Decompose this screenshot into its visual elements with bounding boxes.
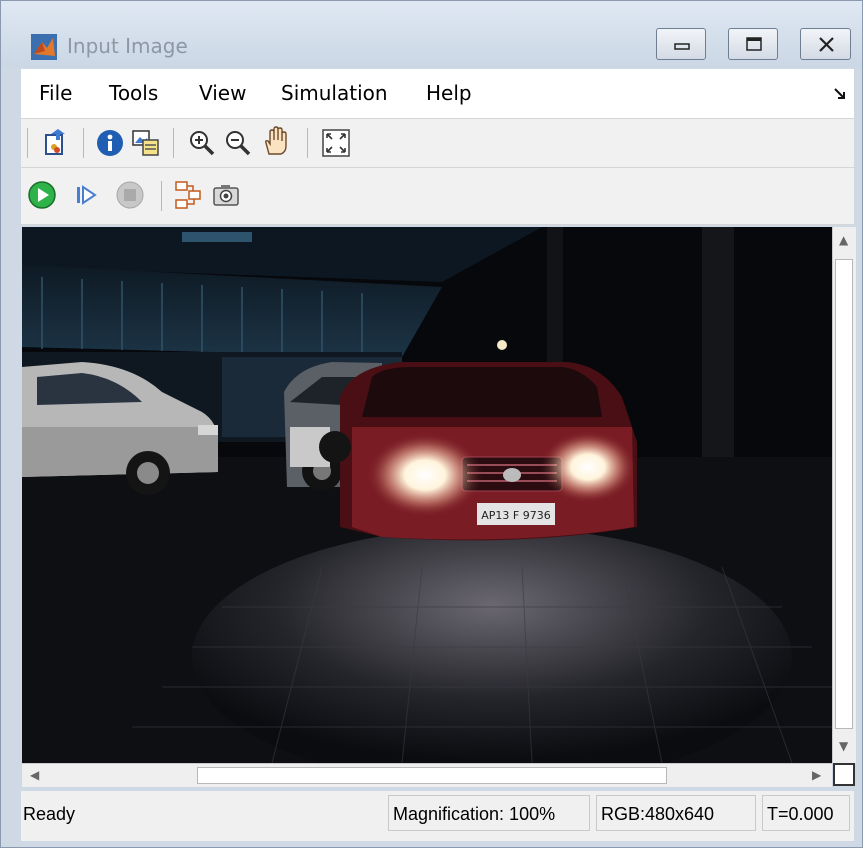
fit-to-window-icon[interactable] [321, 128, 351, 158]
scroll-left-arrow-icon[interactable]: ◀ [30, 768, 39, 782]
close-button[interactable] [800, 28, 851, 60]
menu-tools[interactable]: Tools [109, 81, 158, 105]
run-icon[interactable] [27, 180, 57, 210]
main-window: Input Image File Tools View Simulation H… [0, 0, 863, 848]
matlab-app-icon [31, 34, 57, 60]
status-bar: Ready Magnification: 100% RGB:480x640 T=… [21, 791, 854, 841]
minimize-button[interactable] [656, 28, 706, 60]
magnification-readout: Magnification: 100% [388, 795, 590, 831]
garage-night-image: AP13 F 9736 [22, 227, 832, 763]
toolbar-main [21, 119, 854, 168]
info-icon[interactable] [95, 128, 125, 158]
image-viewport[interactable]: AP13 F 9736 [22, 227, 832, 763]
title-bar: Input Image [1, 1, 862, 67]
zoom-out-icon[interactable] [223, 128, 253, 158]
horizontal-scroll-thumb[interactable] [197, 767, 667, 784]
menu-help[interactable]: Help [426, 81, 472, 105]
menu-bar: File Tools View Simulation Help [21, 69, 854, 119]
open-icon[interactable] [41, 128, 71, 158]
scroll-down-arrow-icon[interactable]: ▼ [839, 739, 848, 753]
stop-icon[interactable] [115, 180, 145, 210]
scrollbar-corner [833, 763, 855, 786]
status-text: Ready [23, 804, 76, 824]
pan-hand-icon[interactable] [261, 126, 291, 156]
sim-time-readout: T=0.000 [762, 795, 850, 831]
vertical-scrollbar[interactable]: ▲ ▼ [832, 227, 856, 763]
toolbar-simulation [21, 168, 854, 225]
window-title: Input Image [67, 34, 188, 58]
copy-image-icon[interactable] [131, 128, 161, 158]
menu-view[interactable]: View [199, 81, 246, 105]
highlight-block-icon[interactable] [173, 180, 203, 210]
menu-undock-arrow-icon[interactable] [833, 87, 847, 101]
scroll-up-arrow-icon[interactable]: ▲ [839, 233, 848, 247]
menu-file[interactable]: File [39, 81, 72, 105]
maximize-button[interactable] [728, 28, 778, 60]
license-plate-text: AP13 F 9736 [481, 509, 550, 522]
zoom-in-icon[interactable] [187, 128, 217, 158]
snapshot-icon[interactable] [211, 180, 241, 210]
scroll-right-arrow-icon[interactable]: ▶ [812, 768, 821, 782]
image-format-readout: RGB:480x640 [596, 795, 756, 831]
step-forward-icon[interactable] [71, 180, 101, 210]
vertical-scroll-thumb[interactable] [835, 259, 853, 729]
horizontal-scrollbar[interactable]: ◀ ▶ [22, 763, 832, 787]
menu-simulation[interactable]: Simulation [281, 81, 388, 105]
